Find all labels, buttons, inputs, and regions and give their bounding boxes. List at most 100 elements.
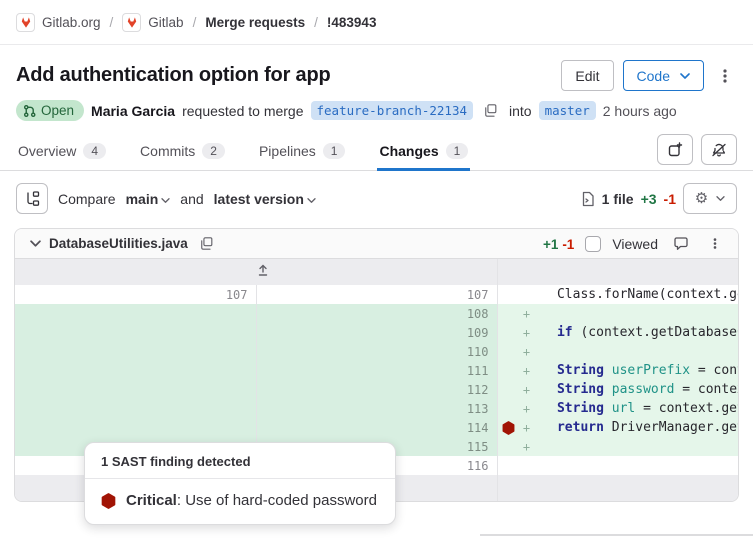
breadcrumb-group[interactable]: Gitlab.org — [16, 13, 101, 32]
mr-author[interactable]: Maria Garcia — [91, 103, 175, 119]
new-line-number[interactable]: 108 — [256, 304, 497, 323]
mr-tabs: Overview 4 Commits 2 Pipelines 1 Changes… — [0, 134, 753, 171]
diff-marker: + — [520, 440, 534, 454]
old-line-number[interactable] — [15, 399, 256, 418]
old-line-number[interactable] — [15, 342, 256, 361]
tab-overview[interactable]: Overview 4 — [16, 136, 108, 171]
gitlab-logo-icon — [16, 13, 35, 32]
breadcrumb-project[interactable]: Gitlab — [122, 13, 183, 32]
diff-marker: + — [520, 345, 534, 359]
tab-count-badge: 2 — [202, 143, 225, 159]
diff-line-107: 107107 Class.forName(context.getDatabase… — [15, 285, 738, 304]
old-line-number[interactable] — [15, 418, 256, 437]
tab-pipelines[interactable]: Pipelines 1 — [257, 136, 348, 171]
code-dropdown-label: Code — [637, 68, 670, 84]
old-line-number[interactable]: 107 — [15, 285, 256, 304]
code-text: if (context.getDatabaseConnectionString(… — [534, 323, 739, 342]
more-actions-kebab-button[interactable] — [713, 66, 737, 86]
tab-label: Overview — [18, 143, 76, 159]
target-branch-chip[interactable]: master — [539, 101, 596, 120]
gear-icon: ⚙ — [695, 191, 708, 206]
breadcrumb-separator: / — [314, 15, 318, 30]
notifications-off-button[interactable] — [701, 134, 737, 165]
diff-marker: + — [520, 364, 534, 378]
copy-file-path-icon[interactable] — [196, 234, 218, 253]
collapse-file-chevron-icon[interactable] — [30, 239, 41, 248]
old-line-number[interactable] — [15, 323, 256, 342]
diff-marker: + — [520, 326, 534, 340]
diff-line-111: 111+ String userPrefix = context.getData… — [15, 361, 738, 380]
old-line-number[interactable] — [15, 304, 256, 323]
new-line-number[interactable]: 113 — [256, 399, 497, 418]
gitlab-logo-icon — [122, 13, 141, 32]
chevron-down-icon — [716, 195, 725, 202]
tab-label: Pipelines — [259, 143, 316, 159]
code-cell: + String userPrefix = context.getDatabas… — [497, 361, 738, 380]
tab-count-badge: 1 — [446, 143, 469, 159]
target-version-dropdown[interactable]: latest version — [214, 191, 316, 207]
copy-branch-icon[interactable] — [480, 101, 502, 120]
arrow-up-bar-icon — [257, 264, 269, 277]
file-name[interactable]: DatabaseUtilities.java — [49, 236, 188, 251]
diff-marker: + — [520, 383, 534, 397]
sast-popup-title: 1 SAST finding detected — [85, 443, 395, 479]
breadcrumb-separator: / — [110, 15, 114, 30]
compare-label: Compare — [58, 191, 116, 207]
diff-line-110: 110 + — [15, 342, 738, 361]
sast-finding-icon[interactable] — [498, 421, 520, 435]
viewed-label: Viewed — [612, 236, 658, 252]
new-line-number[interactable]: 110 — [256, 342, 497, 361]
file-options-kebab-icon[interactable] — [704, 234, 726, 253]
tab-changes[interactable]: Changes 1 — [377, 136, 470, 171]
expand-up-button[interactable] — [15, 259, 497, 285]
file-tree-toggle-button[interactable] — [16, 183, 48, 214]
tab-label: Changes — [379, 143, 438, 159]
diff-line-114: 114+ return DriverManager.getConnection(… — [15, 418, 738, 437]
finding-description: : Use of hard-coded password — [177, 492, 377, 509]
breadcrumb-merge-requests[interactable]: Merge requests — [205, 15, 305, 30]
merge-request-icon — [23, 104, 36, 118]
mr-title-row: Add authentication option for app Edit C… — [16, 60, 737, 91]
tab-commits[interactable]: Commits 2 — [138, 136, 227, 171]
chevron-down-icon — [161, 197, 170, 204]
file-deletions: -1 — [562, 237, 574, 252]
viewed-checkbox[interactable] — [585, 236, 601, 252]
total-deletions: -1 — [664, 191, 676, 207]
code-cell: + String url = context.getDatabaseConnec… — [497, 399, 738, 418]
code-dropdown-button[interactable]: Code — [623, 60, 704, 91]
new-line-number[interactable]: 112 — [256, 380, 497, 399]
edit-button[interactable]: Edit — [561, 60, 613, 91]
new-line-number[interactable]: 109 — [256, 323, 497, 342]
code-cell: Class.forName(context.getDatabaseDriver(… — [497, 285, 738, 304]
source-version-dropdown[interactable]: main — [126, 191, 171, 207]
diff-marker: + — [520, 307, 534, 321]
comment-icon[interactable] — [669, 234, 693, 253]
code-text: return DriverManager.getConnection(url, … — [534, 418, 739, 437]
code-cell — [497, 456, 738, 475]
new-line-number[interactable]: 114 — [256, 418, 497, 437]
tab-count-badge: 4 — [83, 143, 106, 159]
old-line-number[interactable] — [15, 380, 256, 399]
tab-label: Commits — [140, 143, 195, 159]
code-text: String url = context.getDatabaseConnecti… — [534, 399, 739, 418]
code-text: cnfe) — [534, 437, 739, 456]
code-cell: + if (context.getDatabaseConnectionStrin… — [497, 323, 738, 342]
add-todo-button[interactable] — [657, 134, 693, 165]
old-line-number[interactable] — [15, 361, 256, 380]
breadcrumb-mr-id: !483943 — [327, 15, 377, 30]
chevron-down-icon — [680, 72, 690, 80]
diff-settings-button[interactable]: ⚙ — [683, 183, 737, 214]
source-branch-chip[interactable]: feature-branch-22134 — [311, 101, 474, 120]
diff-toolbar: Compare main and latest version 1 file +… — [16, 183, 737, 214]
code-text: String userPrefix = context.getDatabaseU… — [534, 361, 739, 380]
sast-finding-text[interactable]: Critical: Use of hard-coded password — [126, 492, 377, 509]
section-divider — [480, 534, 753, 536]
diff-line-109: 109+ if (context.getDatabaseConnectionSt… — [15, 323, 738, 342]
diff-line-108: 108 + — [15, 304, 738, 323]
new-line-number[interactable]: 107 — [256, 285, 497, 304]
chevron-down-icon — [307, 197, 316, 204]
status-into-text: into — [509, 103, 532, 119]
severity-label: Critical — [126, 492, 177, 509]
files-count: 1 file — [602, 191, 634, 207]
new-line-number[interactable]: 111 — [256, 361, 497, 380]
